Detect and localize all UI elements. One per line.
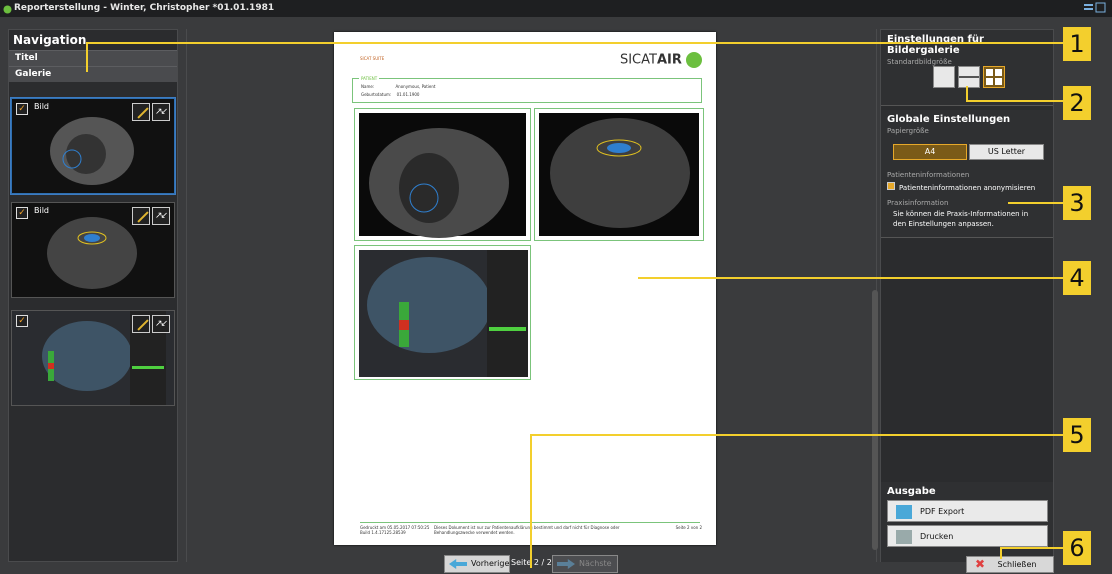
window-titlebar: Reporterstellung - Winter, Christopher *… [0, 0, 1112, 17]
sicat-air-logo: SICATAIR [620, 52, 702, 68]
paper-size-label: Papiergröße [887, 127, 929, 135]
right-arrow-icon [557, 559, 575, 569]
thumbnail-label: Bild [34, 206, 50, 215]
edit-pencil-icon[interactable] [132, 207, 150, 225]
global-settings-title: Globale Einstellungen [887, 114, 1011, 125]
report-image-2[interactable] [534, 108, 704, 241]
edit-pencil-icon[interactable] [132, 103, 150, 121]
anonymize-checkbox[interactable] [887, 182, 895, 190]
close-label: Schließen [997, 560, 1037, 569]
edit-pencil-icon[interactable] [132, 315, 150, 333]
patient-header: PATIENT [359, 76, 380, 81]
callout-line-1b [86, 42, 88, 72]
next-button[interactable]: Nächste [552, 555, 618, 573]
size-half-button[interactable] [958, 66, 980, 88]
print-button[interactable]: Drucken [887, 525, 1048, 547]
preview-scrollbar[interactable] [872, 290, 878, 550]
pdf-export-button[interactable]: PDF Export [887, 500, 1048, 522]
close-icon: ✖ [975, 557, 986, 571]
close-button[interactable]: ✖ Schließen [966, 556, 1054, 573]
anonymize-label: Patienteninformationen anonymisieren [899, 184, 1036, 192]
callout-line-4 [638, 277, 1063, 279]
callout-line-6b [1000, 547, 1002, 559]
settings-panel: Einstellungen für Bildergalerie Standard… [880, 29, 1054, 562]
callout-line-5b [530, 434, 532, 568]
app-logo-icon [3, 4, 12, 14]
report-image-3[interactable] [354, 245, 531, 380]
callout-line-2 [966, 100, 1063, 102]
patient-box: PATIENT Name: Anonymous, Patient Geburts… [352, 76, 702, 103]
expand-icon[interactable] [152, 315, 170, 333]
output-title: Ausgabe [887, 486, 936, 497]
footer-page: Seite 2 von 2 [675, 525, 702, 530]
output-panel: Ausgabe PDF Export Drucken [881, 482, 1053, 562]
navigation-title: Navigation [13, 33, 87, 47]
nav-section-galerie[interactable]: Galerie [9, 66, 177, 82]
global-settings: Globale Einstellungen Papiergröße A4 US … [881, 110, 1053, 238]
sicat-logo-icon [686, 52, 702, 68]
practice-info-text: Sie können die Praxis-Informationen in d… [893, 210, 1029, 228]
report-page: SICAT SUITE SICATAIR PATIENT Name: Anony… [334, 32, 716, 545]
size-quarter-button[interactable] [983, 66, 1005, 88]
expand-icon[interactable] [152, 103, 170, 121]
gallery-thumbnail-2[interactable]: ✓ Bild [11, 202, 175, 298]
gallery-thumbnail-1[interactable]: ✓ Bild [11, 98, 175, 194]
previous-label: Vorherige [471, 559, 510, 568]
thumbnail-checkbox[interactable]: ✓ [16, 315, 28, 327]
callout-6: 6 [1063, 531, 1091, 565]
name-value: Anonymous, Patient [395, 84, 436, 89]
paper-a4-button[interactable]: A4 [893, 144, 967, 160]
brand-text: SICAT [619, 52, 657, 68]
callout-line-5 [530, 434, 1063, 436]
dob-label: Geburtsdatum: [361, 92, 392, 97]
callout-3: 3 [1063, 186, 1091, 220]
thumbnail-checkbox[interactable]: ✓ [16, 103, 28, 115]
callout-2: 2 [1063, 86, 1091, 120]
navigation-panel: Navigation Titel Galerie ✓ Bild ✓ Bild ✓ [8, 29, 178, 562]
gallery-thumbnail-3[interactable]: ✓ [11, 310, 175, 406]
callout-line-3 [1008, 202, 1063, 204]
next-label: Nächste [579, 559, 612, 568]
previous-button[interactable]: Vorherige [444, 555, 510, 573]
expand-icon[interactable] [152, 207, 170, 225]
callout-line-1 [86, 42, 1063, 44]
footer-printed: Gedruckt am 05.05.2017 07:50:25 Build 1.… [360, 525, 430, 535]
thumbnail-label: Bild [34, 102, 50, 111]
callout-line-2b [966, 86, 968, 102]
callout-5: 5 [1063, 418, 1091, 452]
patient-info-label: Patienteninformationen [887, 171, 970, 179]
callout-4: 4 [1063, 261, 1091, 295]
left-arrow-icon [449, 559, 467, 569]
anonymize-row[interactable]: Patienteninformationen anonymisieren [881, 181, 1053, 193]
brand-bold-text: AIR [656, 52, 682, 68]
nav-section-titel[interactable]: Titel [9, 50, 177, 66]
print-label: Drucken [920, 532, 954, 541]
window-title: Reporterstellung - Winter, Christopher *… [14, 3, 275, 13]
report-image-1[interactable] [354, 108, 531, 241]
thumbnail-checkbox[interactable]: ✓ [16, 207, 28, 219]
callout-1: 1 [1063, 27, 1091, 61]
name-label: Name: [361, 84, 375, 89]
callout-line-6 [1000, 547, 1063, 549]
window-controls-icon[interactable] [1084, 2, 1106, 14]
paper-usletter-button[interactable]: US Letter [969, 144, 1044, 160]
footer-disclaimer: Dieses Dokument ist nur zur Patientenauf… [434, 525, 620, 535]
pdf-export-label: PDF Export [920, 507, 965, 516]
size-single-button[interactable] [933, 66, 955, 88]
printer-icon [896, 530, 912, 544]
suite-logo: SICAT SUITE [360, 56, 385, 61]
dob-value: 01.01.1900 [396, 92, 420, 97]
pdf-export-icon [896, 505, 912, 519]
